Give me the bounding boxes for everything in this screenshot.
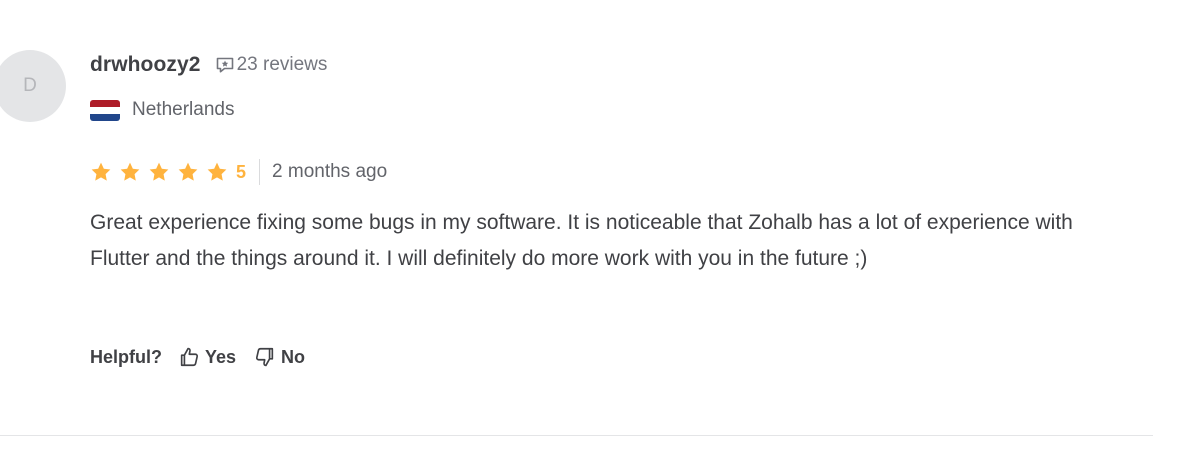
thumbs-down-icon [256,347,274,367]
reviews-count-label: 23 reviews [236,54,328,75]
flag-stripe-white [90,106,120,114]
avatar[interactable]: D [0,50,66,122]
thumbs-up-icon [180,347,199,367]
avatar-initial: D [23,75,37,96]
star-icon [178,162,198,181]
reviewer-country: Netherlands [90,96,234,124]
helpful-no-button[interactable]: No [254,346,305,368]
helpful-row: Helpful? Yes No [90,342,305,372]
country-name: Netherlands [132,99,235,120]
rating-row: 5 2 months ago [90,157,387,187]
helpful-no-label: No [281,346,306,367]
rating-divider [259,159,261,185]
reviews-count: 23 reviews [215,54,328,76]
rating-score: 5 [236,161,247,182]
review-text: Great experience fixing some bugs in my … [90,211,1073,270]
review-date: 2 months ago [272,161,388,182]
flag-stripe-blue [90,113,120,121]
review-divider [0,435,1153,436]
star-icon [207,162,227,181]
netherlands-flag-icon [90,99,120,121]
star-icon [120,162,140,181]
reviewer-header: drwhoozy2 23 reviews [90,50,327,80]
flag-stripe-red [90,99,120,107]
star-rating [90,161,235,183]
review-card: D drwhoozy2 23 reviews Netherlands 5 2 m… [0,0,1191,463]
helpful-label: Helpful? [90,346,162,367]
star-icon [149,162,169,181]
reviewer-username[interactable]: drwhoozy2 [90,53,201,77]
helpful-yes-button[interactable]: Yes [178,346,236,368]
star-icon [91,162,111,181]
helpful-yes-label: Yes [205,346,237,367]
review-bubble-icon [216,57,233,73]
